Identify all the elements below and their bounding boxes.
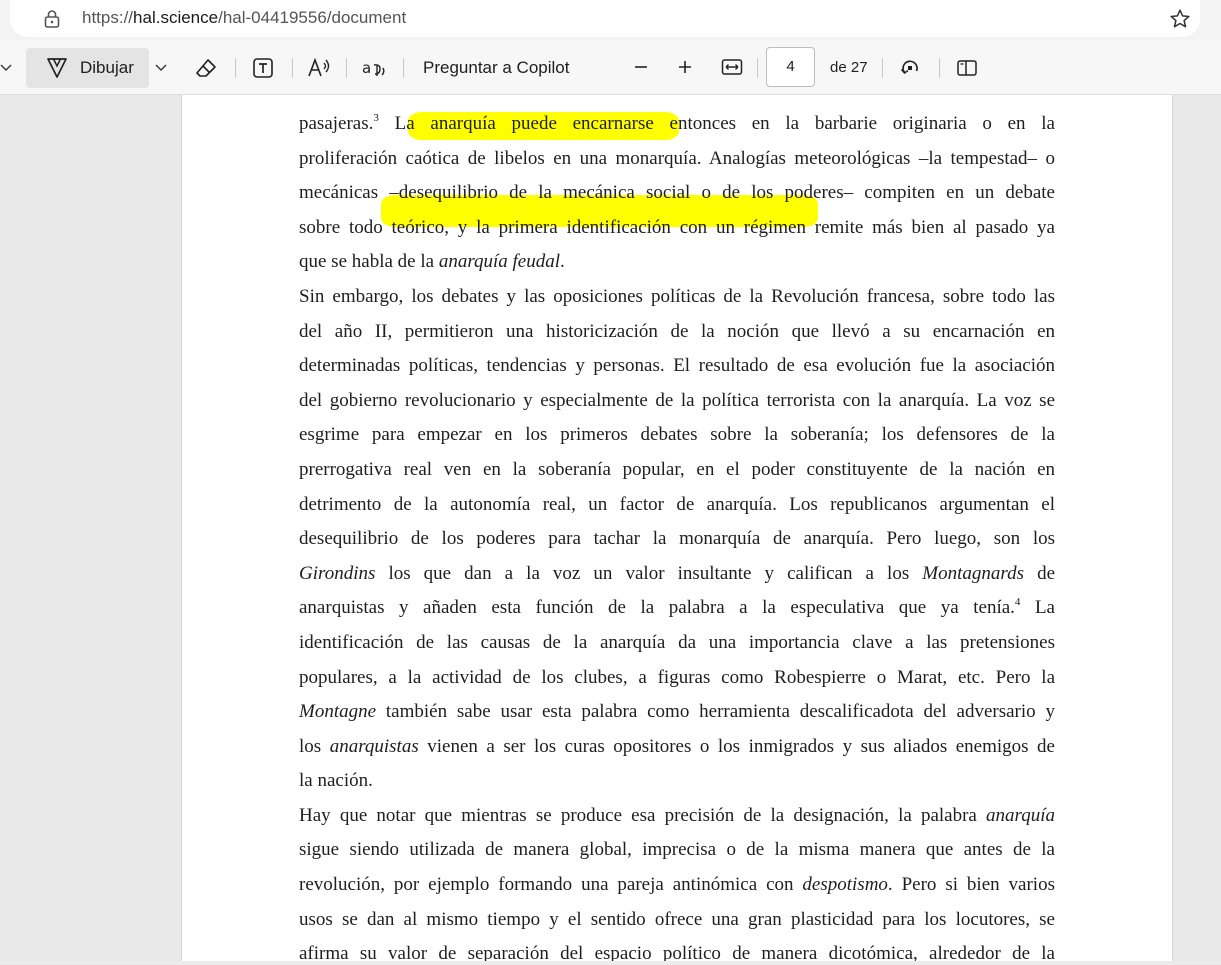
toolbar-divider [939,58,940,78]
italic-text: Girondins [299,562,376,584]
text-run: de [1024,562,1055,584]
text-run: . [560,251,565,273]
text-run: del gobierno revolucionario y especialme… [299,389,1055,411]
text-run: populares, a la actividad de los clubes,… [299,666,1055,688]
favorite-star-icon[interactable] [1168,7,1192,31]
document-text-line: del gobierno revolucionario y especialme… [299,384,1055,419]
text-run: mecánicas –desequilibrio de la mecánica … [299,182,1055,204]
document-text-line: identificación de las causas de la anarq… [299,626,1055,661]
draw-button[interactable]: Dibujar [26,48,149,88]
document-text-line: esgrime para empezar en los primeros deb… [299,418,1055,453]
document-text-line: populares, a la actividad de los clubes,… [299,661,1055,696]
text-run: sigue siendo utilizada de manera global,… [299,839,1055,861]
document-text-line: que se habla de la anarquía feudal. [299,245,1055,280]
draw-label: Dibujar [80,58,134,77]
svg-text:a: a [362,59,371,77]
document-text-line: sigue siendo utilizada de manera global,… [299,833,1055,868]
browser-address-bar: https://hal.science/hal-04419556/documen… [0,0,1221,40]
document-text-line: Montagne también sabe usar esta palabra … [299,695,1055,730]
page-number-input[interactable] [766,47,815,87]
text-run: revolución, por ejemplo formando una par… [299,874,803,896]
toolbar-divider [235,58,236,78]
translate-icon[interactable]: a [361,55,387,81]
text-box-icon[interactable] [250,55,276,81]
document-text-line: Girondins los que dan a la voz un valor … [299,557,1055,592]
toolbar-divider [292,58,293,78]
document-text-line: Sin embargo, los debates y las oposicion… [299,280,1055,315]
italic-text: despotismo [802,874,888,896]
text-run: La anarquía puede encarnarse entonces en… [378,113,1055,134]
text-run: proliferación caótica de libelos en una … [299,147,1055,169]
text-run: pasajeras. [299,113,374,134]
italic-text: anarquía feudal [438,251,561,273]
pdf-page: pasajeras.3 La anarquía puede encarnarse… [181,95,1173,965]
document-text-line: determinadas políticas, tendencias y per… [299,349,1055,384]
text-run: que se habla de la [299,251,439,273]
rotate-icon[interactable] [897,55,923,81]
chevron-down-icon[interactable] [0,59,12,75]
document-text-line: anarquistas y añaden esta función de la … [299,591,1055,626]
document-text-line: los anarquistas vienen a ser los curas o… [299,730,1055,765]
text-run: también sabe usar esta palabra como herr… [376,701,1055,723]
text-run: esgrime para empezar en los primeros deb… [299,424,1055,446]
document-text-line: revolución, por ejemplo formando una par… [299,868,1055,903]
text-run: . Pero si bien varios [887,874,1055,896]
text-run: anarquistas y añaden esta función de la … [299,597,1015,619]
url-box[interactable]: https://hal.science/hal-04419556/documen… [10,0,1200,37]
url-text[interactable]: https://hal.science/hal-04419556/documen… [82,8,406,28]
toolbar-divider [346,58,347,78]
document-text-line: prerrogativa real ven en la soberanía po… [299,453,1055,488]
text-run: vienen a ser los curas opositores o los … [418,735,1055,757]
document-text-line: la nación. [299,764,1055,799]
document-body-text: pasajeras.3 La anarquía puede encarnarse… [299,107,1055,965]
document-text-line: Hay que notar que mientras se produce es… [299,799,1055,834]
draw-options-chevron-icon[interactable] [152,58,170,76]
draw-pen-icon [47,58,67,78]
read-aloud-icon[interactable] [306,55,332,81]
url-scheme: https:// [82,8,134,27]
text-run: detrimento de la autonomía real, un fact… [299,493,1055,515]
text-run: identificación de las causas de la anarq… [299,631,1055,653]
document-text-line: usos se dan al mismo tiempo y el sentido… [299,903,1055,938]
page-total: de 27 [830,59,868,76]
text-run: los [299,735,330,757]
text-run: prerrogativa real ven en la soberanía po… [299,458,1055,480]
toolbar-divider [757,58,758,78]
text-run: determinadas políticas, tendencias y per… [299,355,1055,377]
zoom-in-icon[interactable] [674,56,696,78]
text-run: del año II, permitieron una historicizac… [299,320,1055,342]
italic-text: Montagne [299,701,377,723]
window-bottom-edge [0,961,1221,965]
text-run: La [1020,597,1055,619]
url-path: /hal-04419556/document [218,8,407,27]
document-text-line: proliferación caótica de libelos en una … [299,142,1055,177]
fit-to-width-icon[interactable] [719,55,745,79]
text-run: desequilibrio de los poderes para tachar… [299,528,1055,550]
text-run: Hay que notar que mientras se produce es… [299,804,987,826]
ask-copilot-button[interactable]: Preguntar a Copilot [423,57,569,79]
document-text-line: pasajeras.3 La anarquía puede encarnarse… [299,107,1055,142]
document-text-line: desequilibrio de los poderes para tachar… [299,522,1055,557]
italic-text: Montagnards [922,562,1024,584]
document-text-line: del año II, permitieron una historicizac… [299,315,1055,350]
toolbar-divider [403,58,404,78]
text-run: los que dan a la voz un valor insultante… [375,562,923,584]
text-run: sobre todo teórico, y la primera identif… [299,216,1055,238]
document-text-line: mecánicas –desequilibrio de la mecánica … [299,176,1055,211]
zoom-out-icon[interactable] [630,56,652,78]
pdf-toolbar: Dibujar a Preguntar a Copilot 4 de 27 [0,40,1221,95]
italic-text: anarquistas [329,735,419,757]
document-text-line: sobre todo teórico, y la primera identif… [299,211,1055,246]
text-run: la nación. [299,770,373,792]
lock-icon[interactable] [43,9,61,29]
toolbar-divider [882,58,883,78]
italic-text: anarquía [986,804,1055,826]
eraser-icon[interactable] [193,55,219,81]
document-text-line: detrimento de la autonomía real, un fact… [299,488,1055,523]
page-view-icon[interactable] [954,55,980,81]
text-run: Sin embargo, los debates y las oposicion… [299,285,1055,307]
text-run: usos se dan al mismo tiempo y el sentido… [299,908,1055,930]
url-host: hal.science [133,8,219,27]
pdf-viewer[interactable]: pasajeras.3 La anarquía puede encarnarse… [0,95,1221,965]
